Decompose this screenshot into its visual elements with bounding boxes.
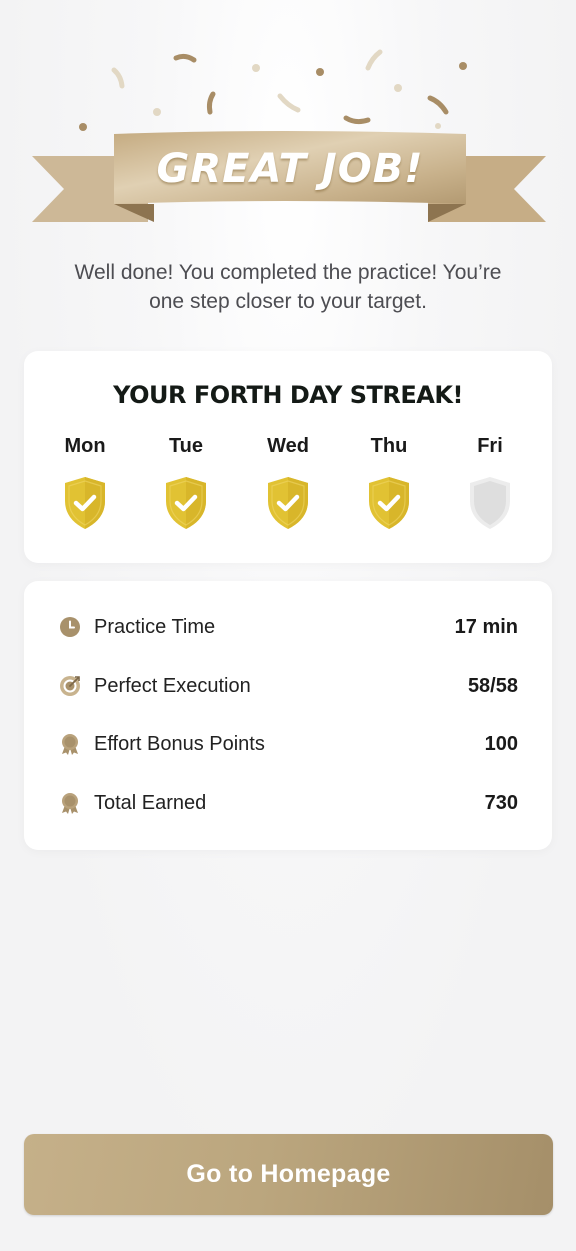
stat-label: Total Earned [94,791,207,814]
stat-row-total-earned: Total Earned 730 [58,786,518,820]
stat-value: 17 min [454,615,518,638]
shield-empty-icon [470,477,510,529]
completion-message-line1: Well done! You completed the practice! Y… [74,261,502,284]
go-to-homepage-button[interactable]: Go to Homepage [24,1134,553,1215]
stat-label: Perfect Execution [94,674,251,697]
target-icon [60,676,80,696]
stat-value: 730 [484,791,518,814]
practice-stats-card: Practice Time 17 min Perfect Execution 5… [24,581,552,850]
day-thu: Thu [349,435,429,531]
streak-title: YOUR FORTH DAY STREAK! [113,381,463,409]
clock-icon [60,617,80,637]
completion-message-line2: one step closer to your target. [149,290,427,313]
stat-label: Effort Bonus Points [94,732,265,755]
stat-value: 58/58 [467,674,518,697]
shield-check-icon [166,477,206,529]
day-label: Thu [370,435,408,457]
stat-label: Practice Time [94,615,216,638]
day-tue: Tue [146,435,226,531]
completion-screen: GREAT JOB! Well done! You completed the … [0,0,576,1251]
stat-row-perfect-execution: Perfect Execution 58/58 [58,669,518,703]
day-label: Tue [168,435,204,457]
day-fri: Fri [450,435,530,531]
medal-icon [62,734,78,755]
streak-days: Mon Tue Wed Thu Fri [24,435,552,535]
shield-check-icon [369,477,409,529]
day-wed: Wed [248,435,328,531]
streak-card: YOUR FORTH DAY STREAK! Mon Tue Wed Thu F… [24,351,552,563]
completion-message: Well done! You completed the practice! Y… [30,258,546,316]
ribbon-title: GREAT JOB! [156,146,424,192]
day-mon: Mon [45,435,125,531]
stat-row-practice-time: Practice Time 17 min [58,610,518,644]
stat-row-effort-bonus-points: Effort Bonus Points 100 [58,727,518,761]
stat-value: 100 [484,732,518,755]
confetti-decoration [79,49,467,131]
day-label: Wed [267,435,309,457]
shield-check-icon [65,477,105,529]
day-label: Mon [64,435,106,457]
medal-icon [62,793,78,814]
day-label: Fri [477,435,503,457]
shield-check-icon [268,477,308,529]
